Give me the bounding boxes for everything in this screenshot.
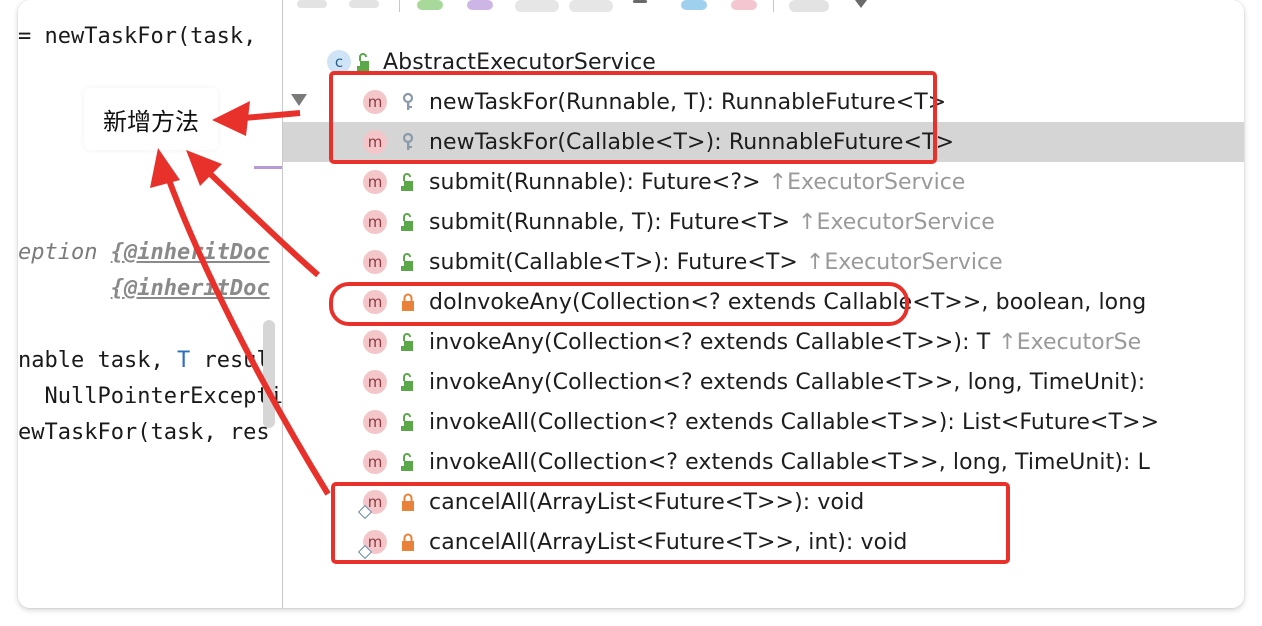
annotation-overlay [150, 71, 1010, 564]
highlight-box-doinvokeany [329, 282, 909, 326]
arrow-head-1 [212, 101, 250, 136]
annotation-arrow-3 [163, 170, 331, 496]
highlight-box-cancelall [331, 482, 1010, 564]
annotation-arrow-1 [243, 110, 301, 121]
highlight-box-newtaskfor [329, 71, 937, 164]
arrow-head-3 [150, 148, 180, 188]
annotation-arrow-2 [201, 165, 320, 278]
window: = newTaskFor(task, eption {@inheritDoc {… [18, 0, 1244, 608]
